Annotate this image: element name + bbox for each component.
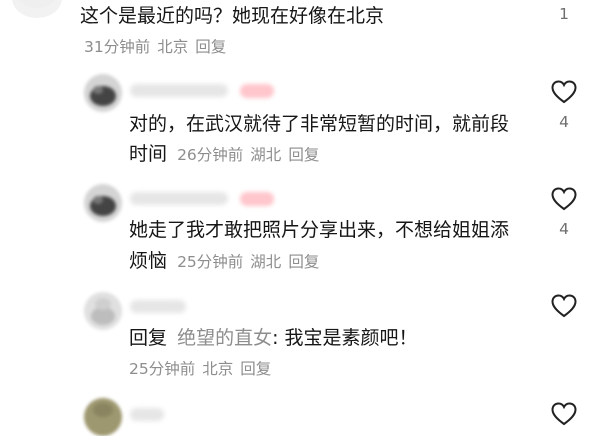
mention-link[interactable]: 绝望的直女	[177, 327, 272, 349]
comment-text-continued: 时间 26分钟前 湖北 回复	[129, 137, 319, 172]
reply-button[interactable]: 回复	[240, 360, 271, 378]
avatar[interactable]	[84, 74, 122, 112]
comment-time: 25分钟前	[129, 360, 196, 378]
avatar-image	[84, 292, 122, 330]
avatar-image	[18, 0, 56, 8]
comment-location: 湖北	[250, 146, 282, 164]
avatar[interactable]	[84, 398, 122, 436]
heart-outline-icon	[551, 402, 577, 426]
comment-text: 回复 绝望的直女: 我宝是素颜吧！	[129, 321, 418, 355]
avatar-image	[84, 74, 122, 112]
like-button[interactable]	[551, 402, 577, 426]
comment-time: 31分钟前	[84, 38, 151, 56]
comment-text: 她走了我才敢把照片分享出来，不想给姐姐添	[129, 219, 510, 241]
heart-outline-icon	[551, 187, 577, 211]
avatar[interactable]	[84, 292, 122, 330]
comment-text-continued: 烦恼 25分钟前 湖北 回复	[129, 244, 319, 279]
avatar-image	[84, 398, 122, 436]
like-count: 4	[559, 220, 569, 238]
like-button[interactable]	[551, 187, 577, 211]
reply-prefix: 回复	[129, 327, 168, 349]
author-name-blurred[interactable]	[130, 300, 186, 313]
avatar[interactable]	[84, 184, 122, 222]
comment-meta: 25分钟前 湖北 回复	[177, 253, 319, 271]
author-tag-blurred	[240, 192, 274, 206]
like-button[interactable]	[551, 80, 577, 104]
comment-meta: 31分钟前 北京 回复	[84, 36, 226, 58]
comment-time: 26分钟前	[177, 146, 244, 164]
comment-text-line2: 时间	[129, 143, 168, 165]
reply-button[interactable]: 回复	[288, 146, 319, 164]
comment-location: 北京	[157, 38, 189, 56]
comment-meta: 25分钟前 北京 回复	[129, 358, 271, 380]
reply-button[interactable]: 回复	[288, 253, 319, 271]
comment-text-line2: 烦恼	[129, 250, 168, 272]
comment-location: 北京	[202, 360, 234, 378]
like-button[interactable]	[551, 294, 577, 318]
author-name-blurred[interactable]	[130, 192, 228, 205]
like-count: 4	[559, 113, 569, 131]
comment-text: 对的，在武汉就待了非常短暂的时间，就前段	[129, 113, 510, 135]
like-count: 1	[559, 5, 569, 23]
author-name-blurred[interactable]	[130, 408, 164, 421]
author-name-blurred[interactable]	[130, 84, 228, 97]
comment-meta: 26分钟前 湖北 回复	[177, 146, 319, 164]
heart-outline-icon	[551, 80, 577, 104]
avatar[interactable]	[12, 0, 62, 18]
comment-text: 这个是最近的吗？她现在好像在北京	[80, 5, 385, 27]
author-tag-blurred	[240, 84, 274, 98]
comment-location: 湖北	[250, 253, 282, 271]
avatar-image	[84, 184, 122, 222]
reply-button[interactable]: 回复	[195, 38, 226, 56]
comment-time: 25分钟前	[177, 253, 244, 271]
comment-body: : 我宝是素颜吧！	[272, 327, 418, 349]
heart-outline-icon	[551, 294, 577, 318]
